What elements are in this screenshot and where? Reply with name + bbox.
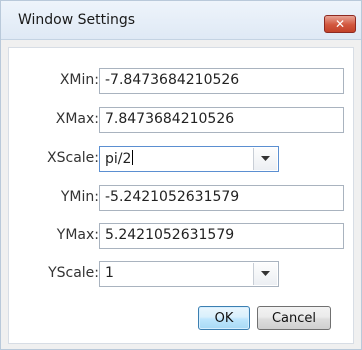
ymax-row: YMax: 5.2421052631579 xyxy=(9,223,353,249)
chevron-down-icon xyxy=(261,271,270,276)
chevron-down-icon xyxy=(261,156,270,161)
ok-button[interactable]: OK xyxy=(198,306,250,330)
close-button[interactable]: ✕ xyxy=(324,15,356,33)
title-bar[interactable]: Window Settings ✕ xyxy=(1,1,361,40)
xmax-row: XMax: 7.8473684210526 xyxy=(9,107,353,133)
window-settings-dialog: Window Settings ✕ XMin: -7.8473684210526… xyxy=(0,0,362,350)
xmin-row: XMin: -7.8473684210526 xyxy=(9,68,353,94)
xscale-label: XScale: xyxy=(47,150,99,166)
yscale-dropdown-button[interactable] xyxy=(253,263,277,285)
close-icon: ✕ xyxy=(334,17,346,31)
yscale-select[interactable]: 1 xyxy=(99,261,279,287)
ymin-input[interactable]: -5.2421052631579 xyxy=(99,185,344,211)
ymin-row: YMin: -5.2421052631579 xyxy=(9,185,353,211)
xmax-input[interactable]: 7.8473684210526 xyxy=(99,107,344,133)
xscale-row: XScale: pi/2 xyxy=(9,146,353,172)
ymax-input[interactable]: 5.2421052631579 xyxy=(99,223,344,249)
cancel-button[interactable]: Cancel xyxy=(257,306,331,330)
settings-panel: XMin: -7.8473684210526 XMax: 7.847368421… xyxy=(8,47,354,344)
ymin-label: YMin: xyxy=(60,189,99,205)
yscale-value: 1 xyxy=(105,265,114,281)
xmin-input[interactable]: -7.8473684210526 xyxy=(99,68,344,94)
xscale-dropdown-button[interactable] xyxy=(253,148,277,170)
yscale-label: YScale: xyxy=(48,265,99,281)
dialog-title: Window Settings xyxy=(18,12,136,28)
xmin-label: XMin: xyxy=(59,72,99,88)
xmax-label: XMax: xyxy=(55,111,99,127)
xscale-value: pi/2 xyxy=(105,151,132,167)
ymax-label: YMax: xyxy=(56,227,99,243)
text-cursor xyxy=(132,150,134,165)
xscale-select[interactable]: pi/2 xyxy=(99,146,279,172)
yscale-row: YScale: 1 xyxy=(9,261,353,287)
